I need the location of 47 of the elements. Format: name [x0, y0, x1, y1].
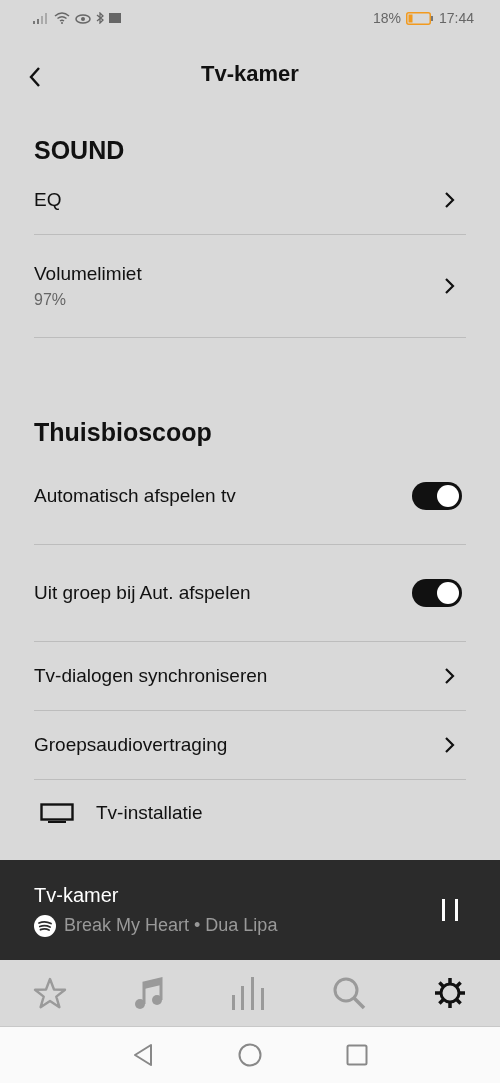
settings-row[interactable]: Uit groep bij Aut. afspelen — [34, 545, 466, 642]
wifi-icon — [54, 12, 70, 24]
star-icon — [33, 977, 68, 1009]
signal-icon — [33, 12, 49, 24]
spotify-icon — [34, 914, 56, 937]
toggle-switch[interactable] — [412, 579, 462, 607]
battery-percentage: 18% — [372, 10, 401, 26]
settings-row[interactable]: Tv-dialogen synchroniseren — [34, 642, 466, 711]
notification-icon — [109, 12, 121, 24]
row-label: Volumelimiet — [34, 263, 142, 285]
chevron-icon — [444, 191, 456, 209]
tv-icon — [40, 803, 74, 823]
toggle-switch[interactable] — [412, 482, 462, 510]
row-value: 97% — [34, 291, 68, 309]
row-label: Automatisch afspelen tv — [34, 485, 236, 507]
chevron-icon — [444, 667, 456, 685]
home-nav-icon[interactable] — [238, 1043, 262, 1067]
screen-title: Tv-kamer — [201, 61, 299, 87]
row-label: Tv-dialogen synchroniseren — [34, 665, 268, 687]
bars-icon — [231, 976, 265, 1010]
settings-row[interactable]: EQ — [34, 166, 466, 235]
clock: 17:44 — [438, 10, 474, 26]
recents-nav-icon[interactable] — [346, 1044, 368, 1066]
now-playing-bar[interactable]: Tv-kamer Break My Heart • Dua Lipa — [0, 860, 500, 960]
chevron-icon — [444, 736, 456, 754]
row-label: Uit groep bij Aut. afspelen — [34, 582, 251, 604]
battery-icon — [405, 11, 434, 25]
pause-button[interactable] — [440, 898, 460, 922]
room-name: Tv-kamer — [34, 883, 120, 907]
search-icon — [331, 976, 366, 1010]
row-label: Groepsaudiovertraging — [34, 734, 228, 756]
bluetooth-icon — [96, 12, 104, 24]
eye-icon — [75, 12, 91, 24]
section-heading: Thuisbioscoop — [34, 416, 213, 448]
pause-icon — [440, 898, 460, 922]
track-info: Break My Heart • Dua Lipa — [64, 915, 278, 936]
settings-row[interactable]: Automatisch afspelen tv — [34, 448, 466, 545]
back-icon — [28, 66, 42, 88]
back-nav-icon[interactable] — [132, 1043, 154, 1067]
settings-row[interactable]: Volumelimiet 97% — [34, 235, 466, 338]
music-note-icon — [134, 976, 165, 1010]
row-label: EQ — [34, 189, 62, 211]
settings-row[interactable]: Groepsaudiovertraging — [34, 711, 466, 780]
row-label[interactable]: Tv-installatie — [96, 802, 203, 824]
settings-icon — [432, 976, 467, 1010]
chevron-icon — [444, 277, 456, 295]
section-heading: SOUND — [34, 134, 126, 166]
